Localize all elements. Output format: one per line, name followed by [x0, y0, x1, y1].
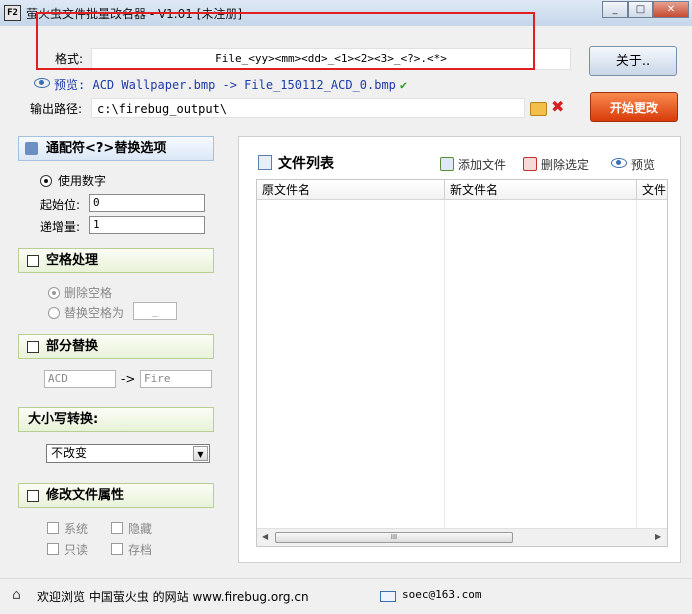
partial-arrow: -> [121, 372, 136, 386]
preview-value: ACD Wallpaper.bmp -> File_150112_ACD_0.b… [92, 78, 396, 92]
partial-from-input[interactable]: ACD [44, 370, 116, 388]
attr-hidden-label: 隐藏 [128, 522, 153, 536]
horizontal-scrollbar[interactable]: ◀ III ▶ [257, 528, 667, 546]
attr-readonly-checkbox[interactable] [47, 543, 59, 555]
step-label: 递增量: [40, 220, 81, 234]
replace-space-label: 替换空格为 [64, 306, 125, 320]
output-label: 输出路径: [30, 102, 83, 116]
use-numbers-radio[interactable] [40, 175, 52, 187]
space-section-header[interactable]: 空格处理 [18, 248, 214, 273]
scroll-left-icon[interactable]: ◀ [262, 532, 268, 541]
case-section-title: 大小写转换: [28, 412, 99, 427]
eye-icon [34, 78, 50, 88]
app-icon: F2 [4, 5, 21, 21]
annotation-rect [36, 12, 535, 70]
attr-hidden-checkbox[interactable] [111, 522, 123, 534]
add-file-button[interactable]: 添加文件 [440, 156, 506, 173]
space-section-title: 空格处理 [46, 253, 99, 268]
maximize-icon[interactable]: □ [628, 1, 653, 18]
file-list-title-text: 文件列表 [278, 156, 334, 172]
home-icon: ⌂ [12, 587, 21, 603]
delete-selected-label: 删除选定 [541, 158, 590, 172]
attr-archive-label: 存档 [128, 543, 153, 557]
file-list-title: 文件列表 [258, 153, 334, 173]
check-icon: ✔ [399, 78, 408, 92]
scroll-thumb[interactable]: III [275, 532, 513, 543]
attrs-checkbox[interactable] [27, 490, 39, 502]
partial-checkbox[interactable] [27, 341, 39, 353]
close-icon[interactable]: ✕ [653, 1, 689, 18]
mail-icon [380, 591, 396, 602]
output-path-input[interactable]: c:\firebug_output\ [91, 98, 525, 118]
use-numbers-label: 使用数字 [58, 174, 107, 188]
add-file-label: 添加文件 [458, 158, 507, 172]
attrs-section-title: 修改文件属性 [46, 488, 125, 503]
status-email[interactable]: soec@163.com [402, 588, 481, 601]
attr-archive-checkbox[interactable] [111, 543, 123, 555]
chevron-down-icon[interactable]: ▼ [193, 446, 208, 461]
start-rename-button[interactable]: 开始更改 [590, 92, 678, 122]
app-window: F2 萤火虫文件批量改名器 - V1.01 [未注册] _ □ ✕ 格式: Fi… [0, 0, 692, 614]
case-select-value: 不改变 [51, 446, 88, 460]
remove-space-label: 删除空格 [64, 286, 113, 300]
start-input[interactable]: 0 [89, 194, 205, 212]
file-list-icon [258, 155, 272, 170]
replace-space-input[interactable]: _ [133, 302, 177, 320]
column-original-name[interactable]: 原文件名 [257, 180, 445, 200]
minimize-icon[interactable]: _ [602, 1, 628, 18]
wildcard-section-title: 通配符<?>替换选项 [46, 141, 167, 156]
file-list-view[interactable]: 原文件名 新文件名 文件 ◀ III ▶ [256, 179, 668, 547]
space-checkbox[interactable] [27, 255, 39, 267]
delete-file-icon [523, 157, 537, 171]
about-button[interactable]: 关于.. [589, 46, 677, 76]
remove-space-radio[interactable] [48, 287, 60, 299]
attr-readonly-label: 只读 [64, 543, 89, 557]
replace-space-radio[interactable] [48, 307, 60, 319]
status-bar: ⌂ 欢迎浏览 中国萤火虫 的网站 www.firebug.org.cn soec… [0, 578, 692, 614]
attr-system-checkbox[interactable] [47, 522, 59, 534]
wildcard-section-header: 通配符<?>替换选项 [18, 136, 214, 161]
case-section-header: 大小写转换: [18, 407, 214, 432]
preview-eye-icon [611, 158, 627, 168]
start-label: 起始位: [40, 198, 81, 212]
preview-label: 预览: [54, 78, 86, 92]
partial-section-header[interactable]: 部分替换 [18, 334, 214, 359]
add-file-icon [440, 157, 454, 171]
column-divider [444, 200, 445, 530]
status-text[interactable]: 欢迎浏览 中国萤火虫 的网站 www.firebug.org.cn [37, 588, 309, 605]
preview-row: 预览: ACD Wallpaper.bmp -> File_150112_ACD… [34, 76, 407, 93]
preview-button-label: 预览 [631, 158, 656, 172]
folder-open-icon[interactable] [530, 102, 547, 116]
scroll-right-icon[interactable]: ▶ [655, 532, 661, 541]
partial-section-title: 部分替换 [46, 339, 99, 354]
clear-path-icon[interactable]: ✖ [551, 97, 564, 116]
wildcard-icon [25, 142, 38, 155]
case-select[interactable]: 不改变 ▼ [46, 444, 210, 463]
partial-to-input[interactable]: Fire [140, 370, 212, 388]
column-divider [636, 200, 637, 530]
column-file[interactable]: 文件 [637, 180, 667, 200]
preview-button[interactable]: 预览 [611, 156, 655, 173]
column-new-name[interactable]: 新文件名 [445, 180, 637, 200]
attr-system-label: 系统 [64, 522, 89, 536]
step-input[interactable]: 1 [89, 216, 205, 234]
main-area: 格式: File_<yy><mm><dd>_<1><2><3>_<?>.<*> … [0, 12, 692, 578]
delete-selected-button[interactable]: 删除选定 [523, 156, 589, 173]
attrs-section-header[interactable]: 修改文件属性 [18, 483, 214, 508]
